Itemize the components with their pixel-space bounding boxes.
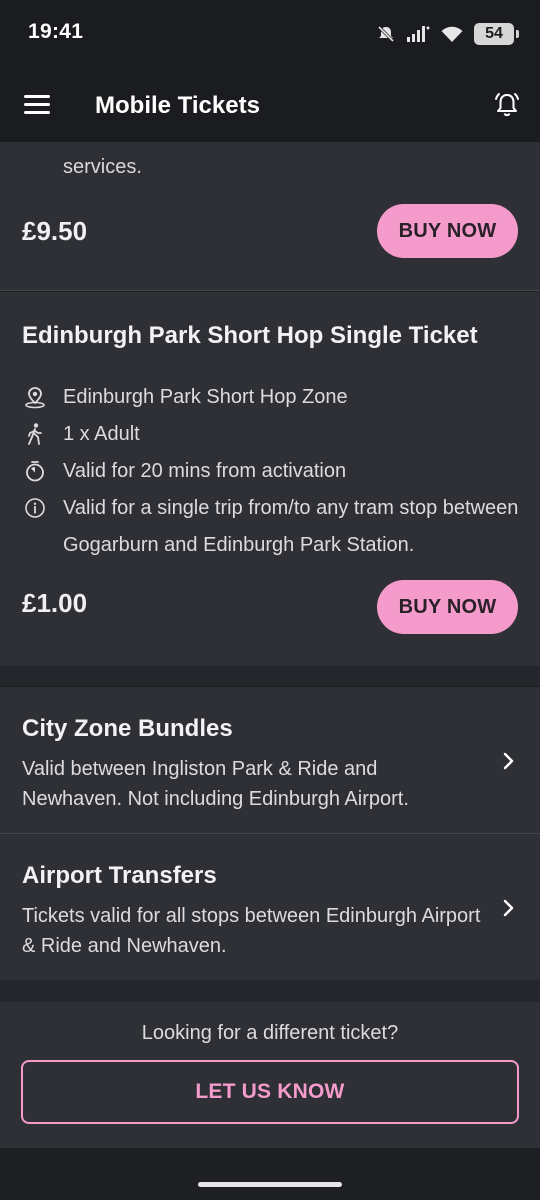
ticket-feature-text: Edinburgh Park Short Hop Zone: [63, 386, 348, 408]
category-title: Airport Transfers: [22, 862, 217, 889]
ticket-feature-text: 1 x Adult: [63, 423, 140, 445]
category-city-zone-bundles[interactable]: City Zone Bundles Valid between Inglisto…: [0, 687, 540, 833]
ticket-price: £9.50: [22, 216, 88, 246]
notification-bell-icon[interactable]: [492, 90, 522, 120]
category-description: Tickets valid for all stops between Edin…: [22, 905, 481, 957]
ticket-feature-text: Valid for a single trip from/to any tram…: [63, 497, 519, 556]
page-title: Mobile Tickets: [95, 92, 260, 119]
ticket-card-partial: services. £9.50 BUY NOW: [0, 142, 540, 290]
category-title: City Zone Bundles: [22, 715, 233, 742]
ticket-feature-validity: Valid for 20 mins from activation: [22, 458, 346, 490]
signal-icon: [407, 26, 430, 42]
muted-bell-icon: [377, 25, 395, 43]
ticket-feature-text: Valid for 20 mins from activation: [63, 460, 347, 482]
info-icon: [22, 495, 48, 521]
feedback-section: Looking for a different ticket? LET US K…: [0, 1002, 540, 1148]
walking-person-icon: [22, 421, 48, 447]
let-us-know-button[interactable]: LET US KNOW: [21, 1060, 519, 1124]
category-description: Valid between Ingliston Park & Ride and …: [22, 758, 409, 810]
section-separator: [0, 666, 540, 686]
divider: [0, 290, 540, 291]
ticket-list[interactable]: services. £9.50 BUY NOW Edinburgh Park S…: [0, 142, 540, 1200]
wifi-icon: [441, 26, 463, 42]
section-separator: [0, 980, 540, 1002]
chevron-right-icon: [503, 899, 514, 917]
ticket-title: Edinburgh Park Short Hop Single Ticket: [22, 322, 478, 349]
ticket-feature-info: Valid for a single trip from/to any tram…: [22, 495, 522, 564]
status-time: 19:41: [28, 20, 84, 43]
ticket-feature-zone: Edinburgh Park Short Hop Zone: [22, 384, 348, 416]
chevron-right-icon: [503, 752, 514, 770]
buy-now-button[interactable]: BUY NOW: [377, 204, 518, 258]
hamburger-menu-icon[interactable]: [24, 95, 50, 115]
buy-now-button[interactable]: BUY NOW: [377, 580, 518, 634]
category-airport-transfers[interactable]: Airport Transfers Tickets valid for all …: [0, 834, 540, 980]
ticket-card: Edinburgh Park Short Hop Single Ticket E…: [0, 292, 540, 666]
location-pin-icon: [22, 384, 48, 410]
app-bar: Mobile Tickets: [0, 68, 540, 142]
ticket-feature-passenger: 1 x Adult: [22, 421, 140, 453]
feedback-question: Looking for a different ticket?: [141, 1022, 399, 1044]
battery-indicator: 54: [474, 23, 519, 45]
ticket-price: £1.00: [22, 588, 88, 618]
status-icons: 54: [376, 20, 519, 48]
stopwatch-icon: [22, 458, 48, 484]
home-indicator[interactable]: [198, 1182, 342, 1187]
ticket-feature-text: services.: [63, 156, 142, 178]
status-bar: 19:41 54: [0, 0, 540, 68]
